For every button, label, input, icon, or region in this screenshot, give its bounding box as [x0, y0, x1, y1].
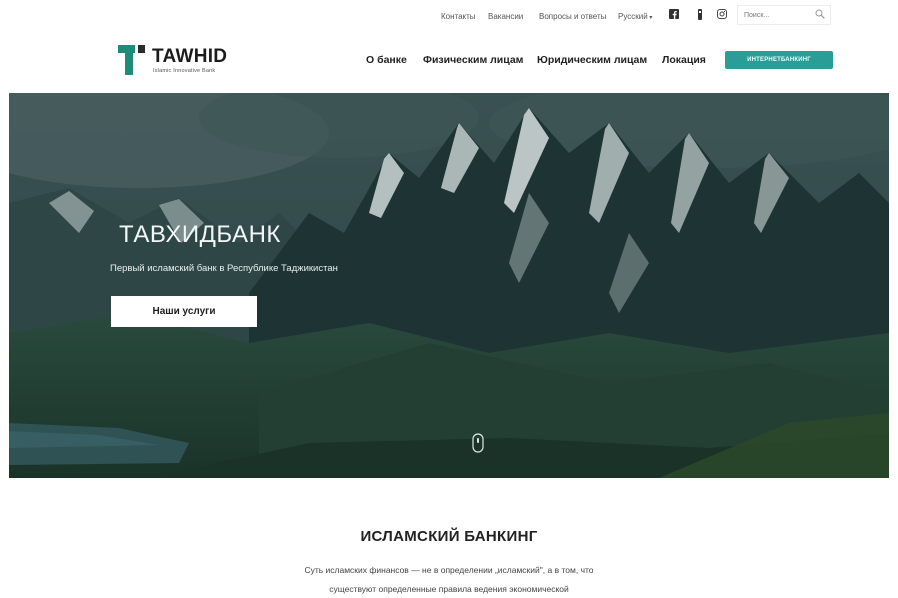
- search-input[interactable]: [744, 9, 808, 21]
- nav-item-about[interactable]: О банке: [366, 54, 407, 66]
- section-text-line-2: существуют определенные правила ведения …: [329, 584, 569, 594]
- search-box[interactable]: [737, 5, 831, 25]
- instagram-icon[interactable]: [695, 9, 705, 21]
- mountain-landscape-image: [9, 93, 889, 478]
- logo-title[interactable]: TAWHID: [152, 46, 227, 68]
- nav-item-location[interactable]: Локация: [662, 54, 706, 66]
- language-selector[interactable]: Русский: [618, 12, 652, 21]
- instagram-icon-glyph: [698, 9, 702, 20]
- facebook-icon[interactable]: [669, 9, 679, 21]
- hero-subtitle: Первый исламский банк в Республике Таджи…: [110, 263, 338, 274]
- section-text-line-1: Суть исламских финансов — не в определен…: [304, 565, 594, 575]
- our-services-button[interactable]: Наши услуги: [111, 296, 257, 327]
- logo-icon[interactable]: [118, 45, 146, 75]
- topbar-link-vacancies[interactable]: Вакансии: [488, 12, 523, 21]
- youtube-icon[interactable]: [717, 9, 727, 21]
- hero-title: ТАВХИДБАНК: [119, 221, 281, 248]
- internet-banking-button[interactable]: ИНТЕРНЕТБАНКИНГ: [725, 51, 833, 69]
- search-icon[interactable]: [815, 9, 825, 19]
- facebook-icon-glyph: [669, 9, 679, 19]
- topbar-link-contacts[interactable]: Контакты: [441, 12, 476, 21]
- nav-item-businesses[interactable]: Юридическим лицам: [537, 54, 647, 66]
- top-utility-bar: Контакты Вакансии Вопросы и ответы Русск…: [0, 0, 898, 32]
- section-title: ИСЛАМСКИЙ БАНКИНГ: [360, 528, 538, 545]
- topbar-link-faq[interactable]: Вопросы и ответы: [539, 12, 606, 21]
- nav-item-individuals[interactable]: Физическим лицам: [423, 54, 523, 66]
- scroll-down-icon[interactable]: [472, 433, 484, 453]
- hero-banner: ТАВХИДБАНК Первый исламский банк в Респу…: [9, 93, 889, 478]
- logo-subtitle: Islamic Innovative Bank: [153, 68, 216, 74]
- youtube-icon-glyph: [717, 9, 727, 19]
